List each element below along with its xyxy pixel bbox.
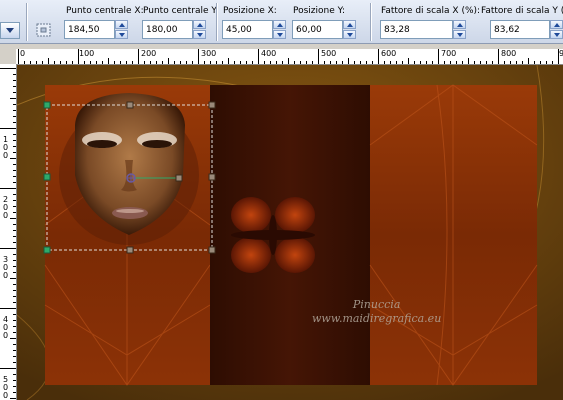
toolbar-separator [216,3,218,41]
ruler-label: 2 0 0 [3,195,9,220]
bottom-center-handle[interactable] [127,247,135,255]
ruler-label: 0 [20,49,26,58]
ruler-label: 900 [559,49,563,58]
pick-tool-options-bar: Punto centrale X: Punto centrale Y: Posi… [0,0,563,44]
position-y-label: Posizione Y: [293,6,345,16]
ruler-label: 100 [79,49,95,58]
ruler-label: 300 [201,49,217,58]
middle-right-handle[interactable] [209,174,217,182]
position-x-label: Posizione X: [223,6,277,16]
presets-dropdown-button[interactable] [0,22,20,39]
top-right-handle[interactable] [209,102,217,110]
center-y-up-arrow[interactable] [193,20,206,29]
top-left-handle[interactable] [44,102,52,110]
position-x-down-arrow[interactable] [273,30,286,39]
ruler-label: 500 [321,49,337,58]
position-y-input[interactable] [292,20,343,39]
scale-y-input[interactable] [490,20,550,39]
position-y-up-arrow[interactable] [343,20,356,29]
scale-y-down-arrow[interactable] [550,30,563,39]
toolbar-separator [26,3,28,41]
ruler-label: 700 [441,49,457,58]
ruler-ticks [0,68,16,399]
center-x-up-arrow[interactable] [115,20,128,29]
ruler-label: 5 0 0 [3,375,9,400]
scale-y-label: Fattore di scala Y (%): [481,6,563,16]
pivot-point-handle[interactable] [126,173,136,183]
ruler-corner [0,49,16,64]
ruler-label: 600 [381,49,397,58]
center-y-label: Punto centrale Y: [143,6,219,16]
center-x-input[interactable] [64,20,115,39]
center-y-input[interactable] [142,20,193,39]
position-y-spinner[interactable] [292,20,356,39]
vertical-ruler[interactable]: 1 0 0 2 0 0 3 0 0 4 0 0 5 0 0 [0,64,17,400]
watermark-line1: Pinuccia [352,298,401,311]
scale-y-up-arrow[interactable] [550,20,563,29]
center-x-spinner[interactable] [64,20,128,39]
image-canvas[interactable]: Pinuccia www.maidiregrafica.eu [17,65,563,400]
scale-y-spinner[interactable] [490,20,563,39]
scale-x-spinner[interactable] [380,20,466,39]
scale-x-down-arrow[interactable] [453,30,466,39]
watermark-text: Pinuccia www.maidiregrafica.eu [312,298,441,326]
scale-x-label: Fattore di scala X (%): [381,6,481,16]
ruler-label: 4 0 0 [3,315,9,340]
position-x-spinner[interactable] [222,20,286,39]
watermark-line2: www.maidiregrafica.eu [312,312,442,325]
ruler-label: 1 0 0 [3,135,9,160]
scale-x-up-arrow[interactable] [453,20,466,29]
ruler-label: 400 [261,49,277,58]
middle-left-handle[interactable] [44,174,52,182]
position-x-input[interactable] [222,20,273,39]
rotation-handle[interactable] [176,175,184,183]
scale-x-input[interactable] [380,20,453,39]
horizontal-ruler[interactable]: 0 100 200 300 400 500 600 700 800 900 [16,49,563,65]
center-x-down-arrow[interactable] [115,30,128,39]
top-center-handle[interactable] [127,102,135,110]
ruler-label: 200 [141,49,157,58]
bottom-left-handle[interactable] [44,247,52,255]
toolbar-separator [370,3,372,41]
position-y-down-arrow[interactable] [343,30,356,39]
ruler-label: 800 [501,49,517,58]
center-x-label: Punto centrale X: [66,6,144,16]
center-y-spinner[interactable] [142,20,206,39]
position-x-up-arrow[interactable] [273,20,286,29]
mode-icon[interactable] [34,20,54,40]
ruler-label: 3 0 0 [3,255,9,280]
center-y-down-arrow[interactable] [193,30,206,39]
bottom-right-handle[interactable] [209,247,217,255]
ruler-ticks [18,49,559,64]
artwork [17,65,563,400]
